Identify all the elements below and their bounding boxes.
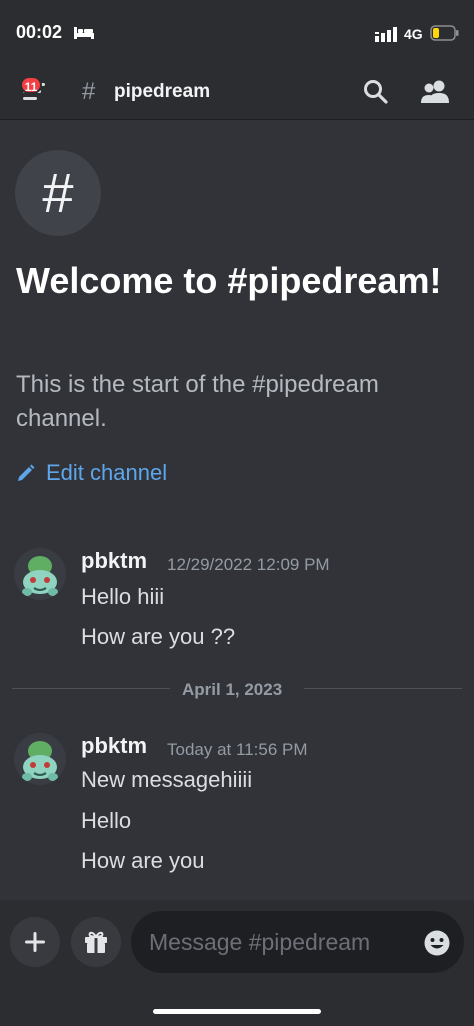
message-group: pbktm Today at 11:56 PM New messagehiiii… [0,733,474,883]
signal-icon [375,27,397,42]
message-timestamp: Today at 11:56 PM [167,740,308,759]
message-text: Hello [81,808,132,833]
bulbasaur-avatar [22,556,58,596]
divider-line [12,688,170,689]
gift-button[interactable] [71,917,121,967]
message-text: How are you [81,848,205,873]
edit-channel-button[interactable]: Edit channel [16,458,167,488]
message-author[interactable]: pbktm [81,548,147,574]
message-text: Hello hiii [81,584,165,609]
message-author[interactable]: pbktm [81,733,147,759]
message-box [131,911,464,973]
message-text: How are you ?? [81,624,236,649]
channel-header: 11 # pipedream [0,64,474,120]
channel-title[interactable]: pipedream [114,81,210,103]
welcome-title: Welcome to #pipedream! [16,260,442,301]
message-timestamp: 12/29/2022 12:09 PM [167,555,330,574]
message-text: New messagehiiii [81,767,253,792]
network-label: 4G [404,26,423,42]
divider-line [304,688,462,689]
members-icon[interactable] [420,78,452,106]
edit-channel-label: Edit channel [46,460,168,485]
date-divider-label: April 1, 2023 [182,680,283,699]
emoji-icon[interactable] [423,929,451,957]
bed-icon [74,27,94,39]
status-bar: 00:02 4G [0,0,474,64]
gift-icon [85,931,107,953]
status-time: 00:02 [16,22,63,42]
message-input[interactable] [149,911,409,973]
user-avatar[interactable] [14,548,66,600]
bulbasaur-avatar [22,741,58,781]
unread-badge: 11 [20,76,42,94]
channel-avatar: # [15,150,101,236]
attach-button[interactable] [10,917,60,967]
search-icon[interactable] [362,78,390,106]
battery-icon [430,25,459,41]
plus-icon [25,932,45,952]
channel-hash-icon: # [82,78,96,105]
home-indicator [153,1009,321,1014]
user-avatar[interactable] [14,733,66,785]
message-group: pbktm 12/29/2022 12:09 PM Hello hiii How… [0,548,474,658]
pencil-icon [18,464,35,481]
welcome-description: This is the start of the #pipedream chan… [16,371,379,432]
